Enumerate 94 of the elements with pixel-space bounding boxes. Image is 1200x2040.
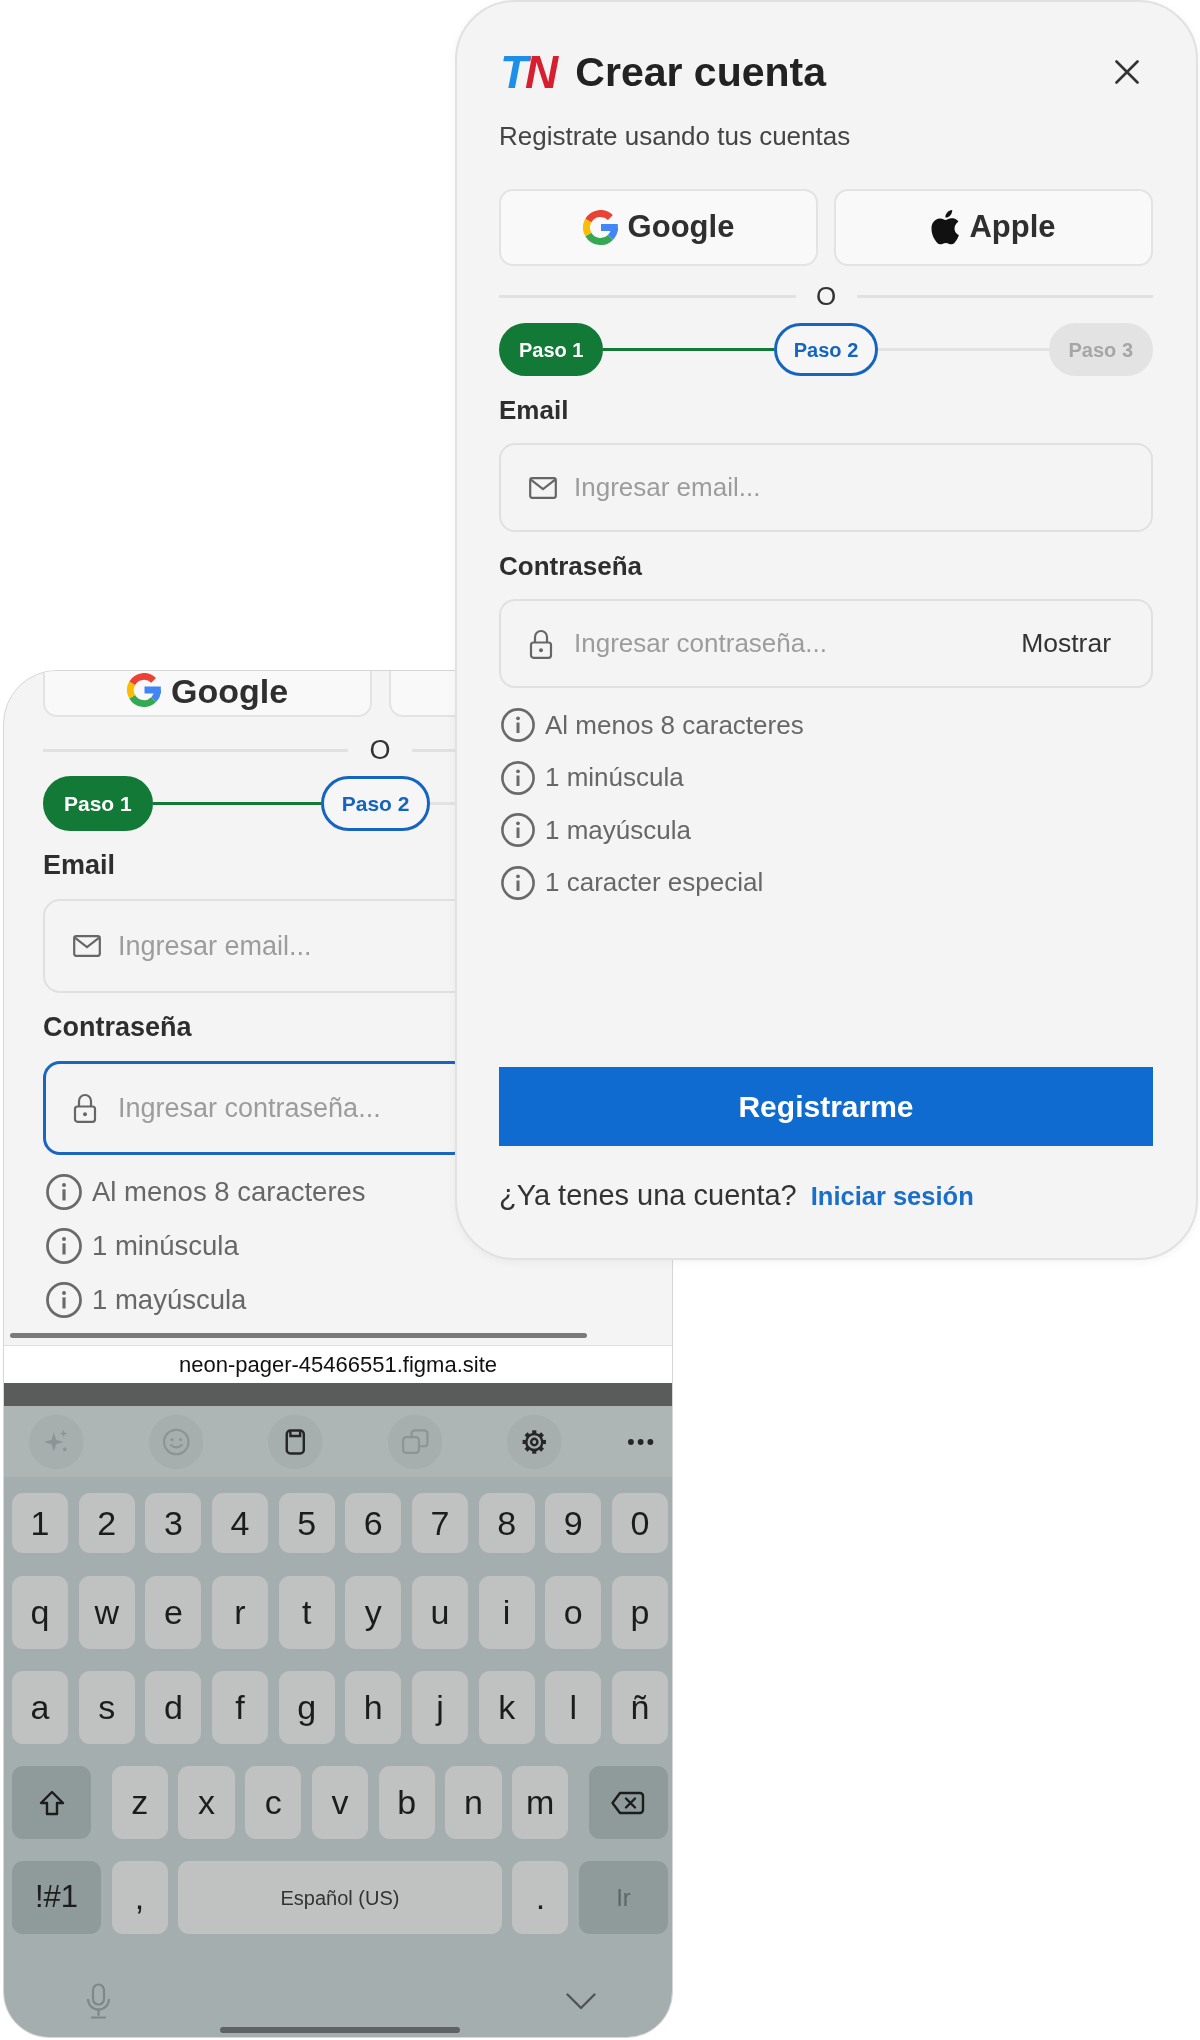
google-button[interactable]: Google [43,671,372,717]
dialog-title: Crear cuenta [575,48,826,96]
keyboard-key[interactable]: q [12,1576,69,1649]
keyboard-key[interactable]: b [378,1766,435,1839]
keyboard-key[interactable]: c [245,1766,302,1839]
keyboard-key[interactable]: y [345,1576,402,1649]
hint-text: 1 minúscula [545,761,684,795]
keyboard-key[interactable]: m [512,1766,569,1839]
close-icon [1115,60,1139,84]
clipboard-icon[interactable] [268,1413,323,1470]
hint-text: Al menos 8 caracteres [545,708,804,742]
keyboard-key[interactable]: 2 [78,1493,135,1553]
keyboard-key[interactable]: ñ [611,1671,668,1744]
keyboard-key[interactable]: 4 [211,1493,269,1553]
info-icon [501,813,535,848]
lock-icon [529,628,553,659]
keyboard-key[interactable]: , [111,1861,168,1934]
step-indicator: Paso 3 [1048,323,1153,376]
backspace-key[interactable] [588,1766,668,1839]
keyboard-key[interactable]: . [512,1861,569,1934]
step-indicator: Paso 1 [43,776,153,831]
hint-text: 1 minúscula [92,1229,239,1264]
keyboard-key[interactable]: k [478,1671,535,1744]
keyboard-key[interactable]: h [345,1671,402,1744]
field-label: Email [43,849,117,881]
step-indicator: Paso 2 [773,323,879,376]
keyboard-key[interactable]: v [311,1766,369,1839]
chevron-down-icon[interactable] [566,1993,596,2010]
info-icon [501,708,535,743]
divider-text: O [368,735,392,765]
keyboard-key[interactable]: i [478,1576,535,1649]
step-indicator: Paso 1 [499,323,604,376]
keyboard-key[interactable]: 5 [278,1493,335,1553]
close-button[interactable] [1115,60,1139,84]
backspace-icon [611,1789,646,1816]
hint-text: 1 mayúscula [92,1283,247,1318]
field-label: Contraseña [499,550,644,582]
hint-text: 1 mayúscula [545,813,691,847]
keyboard-key[interactable]: e [145,1576,202,1649]
address-bar[interactable]: neon-pager-45466551.figma.site [4,1345,672,1383]
keyboard-key[interactable]: s [78,1671,135,1744]
space-key[interactable]: Español (US) [178,1861,502,1934]
keyboard-key[interactable]: r [211,1576,269,1649]
keyboard-key[interactable]: g [278,1671,335,1744]
signin-prompt-text: ¿Ya tenes una cuenta? [499,1178,797,1214]
keyboard-key[interactable]: l [545,1671,602,1744]
envelope-icon [529,476,557,499]
keyboard-key[interactable]: 7 [411,1493,468,1553]
info-icon [46,1228,82,1264]
lock-icon [73,1093,97,1123]
divider-text: O [814,281,838,311]
symbols-key[interactable]: !#1 [12,1861,101,1934]
keyboard-key[interactable]: 3 [145,1493,202,1553]
keyboard-key[interactable]: w [78,1576,135,1649]
google-button[interactable]: Google [499,189,818,266]
subtitle-text: Registrate usando tus cuentas [499,120,852,152]
hint-text: 1 caracter especial [545,866,764,900]
field-label: Contraseña [43,1011,193,1043]
up-arrow-icon [37,1788,66,1817]
keyboard-key[interactable]: j [411,1671,468,1744]
keyboard-key[interactable]: 0 [611,1493,668,1553]
keyboard-key[interactable]: 6 [345,1493,402,1553]
info-icon [46,1174,82,1210]
info-icon [501,760,535,795]
register-button[interactable]: Registrarme [499,1067,1153,1146]
field-label: Email [499,394,570,426]
keyboard-key[interactable]: n [445,1766,502,1839]
apple-button[interactable]: Apple [834,189,1153,266]
login-link[interactable]: Iniciar sesión [810,1176,974,1216]
keyboard-key[interactable]: z [111,1766,168,1839]
keyboard-key[interactable]: u [411,1576,468,1649]
keyboard-key[interactable]: t [278,1576,335,1649]
keyboard-key[interactable]: 9 [545,1493,602,1553]
hint-text: Al menos 8 caracteres [92,1175,366,1210]
email-input[interactable]: Ingresar email... [499,443,1153,532]
show-password-button[interactable]: Mostrar [1021,623,1111,664]
more-icon[interactable] [626,1437,654,1446]
keyboard-key[interactable]: f [211,1671,269,1744]
shift-key[interactable] [12,1766,91,1839]
keyboard-key[interactable]: p [611,1576,668,1649]
keyboard-key[interactable]: a [12,1671,69,1744]
info-icon [501,865,535,900]
g-logo-icon [582,210,618,245]
g-logo-icon [126,673,161,707]
keyboard-key[interactable]: d [145,1671,202,1744]
apple-icon [931,210,960,245]
gear-icon[interactable] [507,1413,562,1470]
keyboard-key[interactable]: 8 [478,1493,535,1553]
envelope-icon [73,935,101,957]
keyboard-key[interactable]: x [178,1766,235,1839]
keyboard-key[interactable]: 1 [12,1493,69,1553]
keyboard-key[interactable]: o [545,1576,602,1649]
step-indicator: Paso 2 [320,776,431,831]
info-icon [46,1282,82,1318]
